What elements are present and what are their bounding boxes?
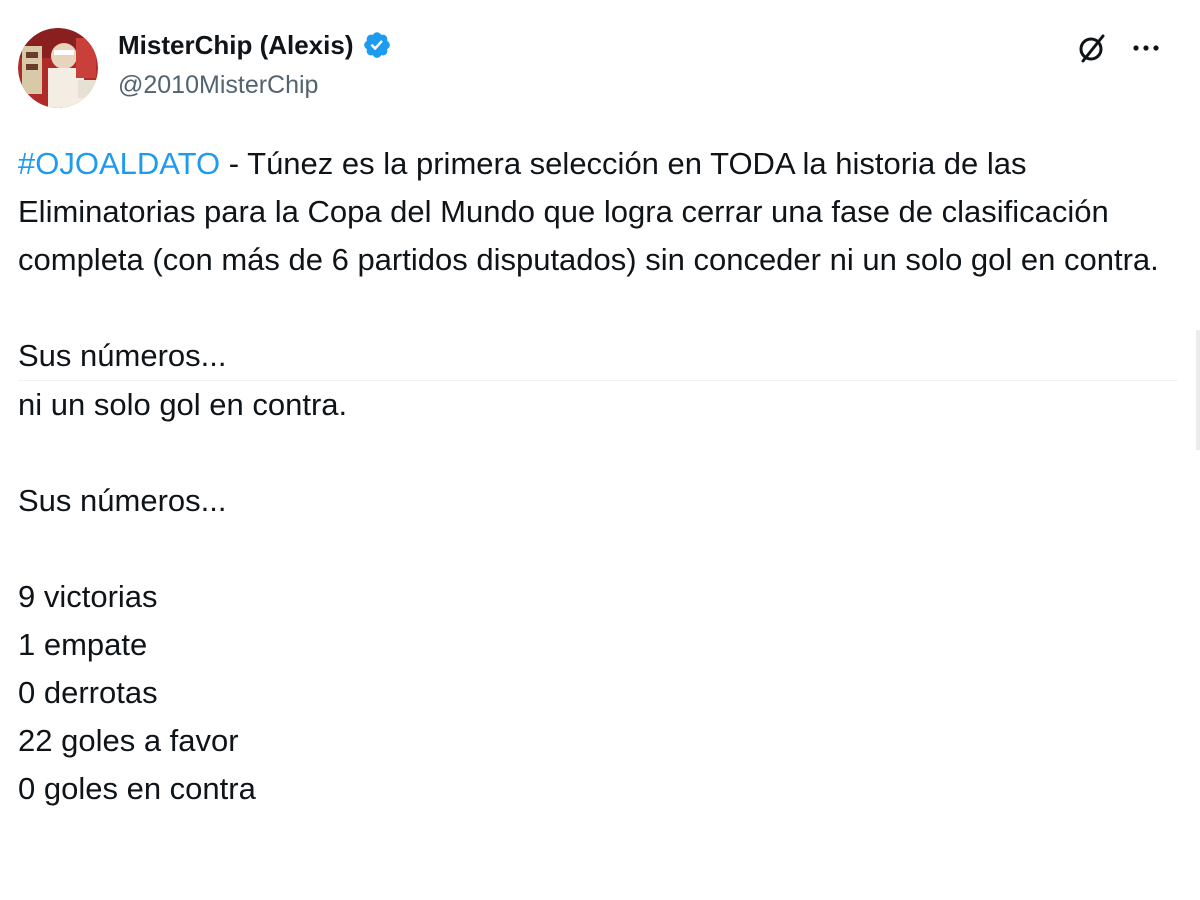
stat-line: 9 victorias: [18, 579, 158, 614]
profile-photo-icon: [18, 28, 98, 108]
avatar[interactable]: [18, 28, 98, 108]
tweet-intro-paragraph: #OJOALDATO - Túnez es la primera selecci…: [18, 140, 1178, 284]
author-handle[interactable]: @2010MisterChip: [118, 68, 392, 102]
author-block: MisterChip (Alexis) @2010MisterChip: [118, 28, 392, 102]
grok-icon[interactable]: [1074, 30, 1110, 66]
tweet-card: MisterChip (Alexis) @2010MisterChip #OJO…: [0, 0, 1200, 900]
verified-badge-icon[interactable]: [362, 30, 392, 60]
repeated-line: ni un solo gol en contra.: [18, 387, 348, 422]
hashtag-link[interactable]: #OJOALDATO: [18, 146, 220, 181]
more-dots-icon[interactable]: [1128, 30, 1164, 66]
stat-line: 0 derrotas: [18, 675, 158, 710]
numbers-lead: Sus números...: [18, 338, 227, 373]
scroll-edge: [1196, 330, 1200, 450]
stat-line: 22 goles a favor: [18, 723, 239, 758]
author-display-name[interactable]: MisterChip (Alexis): [118, 28, 354, 62]
header-actions: [1060, 30, 1164, 66]
tweet-header: MisterChip (Alexis) @2010MisterChip: [18, 28, 1182, 112]
stat-line: 0 goles en contra: [18, 771, 256, 806]
tweet-text: #OJOALDATO - Túnez es la primera selecci…: [18, 140, 1178, 813]
numbers-lead-repeat: Sus números...: [18, 483, 227, 518]
stat-line: 1 empate: [18, 627, 148, 662]
